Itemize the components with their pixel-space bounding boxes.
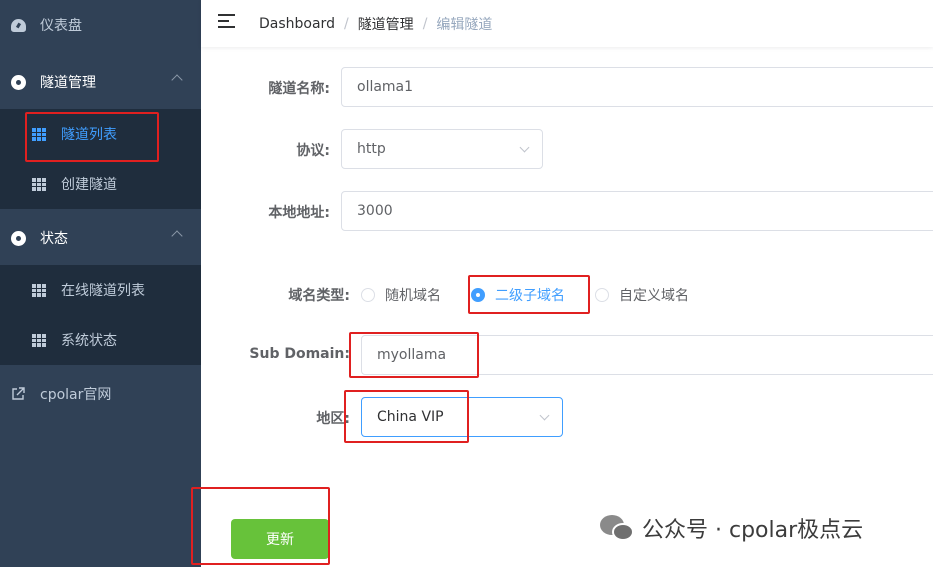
region-label: 地区: <box>316 411 350 427</box>
tunnel-mgmt-icon <box>10 74 26 90</box>
navbar: Dashboard / 隧道管理 / 编辑隧道 <box>201 0 933 47</box>
update-button[interactable]: 更新 <box>231 519 329 559</box>
protocol-label: 协议: <box>296 143 330 159</box>
protocol-select[interactable]: http <box>341 129 543 169</box>
sidebar-item-label: cpolar官网 <box>40 387 112 403</box>
subdomain-value: myollama <box>377 347 447 363</box>
chevron-down-icon <box>519 142 530 153</box>
table-icon <box>31 282 47 298</box>
tunnel-name-label: 隧道名称: <box>268 81 330 97</box>
wechat-icon <box>600 513 634 543</box>
sidebar-item-label: 在线隧道列表 <box>61 283 145 299</box>
table-icon <box>31 332 47 348</box>
status-icon <box>10 230 26 246</box>
sidebar-item-label: 创建隧道 <box>61 177 117 193</box>
sidebar-group-tunnel-mgmt[interactable]: 隧道管理 <box>0 57 201 107</box>
radio-subdomain[interactable]: 二级子域名 <box>471 285 565 305</box>
region-select[interactable]: China VIP <box>361 397 563 437</box>
breadcrumb-edit-tunnel: 编辑隧道 <box>436 17 493 33</box>
breadcrumb-tunnel-mgmt[interactable]: 隧道管理 <box>358 14 414 34</box>
local-address-input[interactable]: 3000 <box>341 191 933 231</box>
breadcrumb-separator: / <box>343 16 349 32</box>
subdomain-label: Sub Domain: <box>249 346 350 362</box>
domain-type-label: 域名类型: <box>288 288 350 304</box>
radio-dot <box>361 288 375 302</box>
hamburger-icon[interactable] <box>218 14 235 28</box>
sidebar-item-official-site[interactable]: cpolar官网 <box>0 369 201 419</box>
breadcrumb-separator: / <box>422 16 428 32</box>
radio-label: 二级子域名 <box>495 288 565 304</box>
radio-label: 随机域名 <box>385 288 441 304</box>
radio-custom-domain[interactable]: 自定义域名 <box>595 285 689 305</box>
sidebar-item-create-tunnel[interactable]: 创建隧道 <box>0 159 201 209</box>
sidebar-group-label: 隧道管理 <box>40 75 96 91</box>
radio-dot <box>471 288 485 302</box>
radio-random-domain[interactable]: 随机域名 <box>361 285 441 305</box>
sidebar-item-label: 仪表盘 <box>40 18 82 34</box>
sidebar-group-label: 状态 <box>40 231 68 247</box>
dashboard-icon <box>10 17 26 33</box>
external-link-icon <box>10 386 26 402</box>
radio-dot <box>595 288 609 302</box>
sidebar-item-system-status[interactable]: 系统状态 <box>0 315 201 365</box>
watermark: 公众号 · cpolar极点云 <box>600 512 863 544</box>
region-value: China VIP <box>377 409 444 425</box>
local-address-label: 本地地址: <box>268 205 330 221</box>
subdomain-input[interactable]: myollama <box>361 335 933 375</box>
tunnel-name-input[interactable]: ollama1 <box>341 67 933 107</box>
sidebar-item-dashboard[interactable]: 仪表盘 <box>0 0 201 50</box>
protocol-value: http <box>357 141 386 157</box>
sidebar-item-label: 隧道列表 <box>61 127 117 143</box>
table-icon <box>31 176 47 192</box>
tunnel-name-value: ollama1 <box>357 79 414 95</box>
sidebar-item-online-tunnels[interactable]: 在线隧道列表 <box>0 265 201 315</box>
chevron-down-icon <box>539 410 550 421</box>
breadcrumb-dashboard[interactable]: Dashboard <box>259 16 335 32</box>
table-icon <box>31 126 47 142</box>
sidebar: 仪表盘 隧道管理 隧道列表 创建隧道 状态 在线隧道列表 系统状态 cpolar… <box>0 0 201 567</box>
chevron-up-icon <box>171 230 183 242</box>
sidebar-item-label: 系统状态 <box>61 333 117 349</box>
sidebar-group-status[interactable]: 状态 <box>0 213 201 263</box>
radio-label: 自定义域名 <box>619 288 689 304</box>
sidebar-item-tunnel-list[interactable]: 隧道列表 <box>0 109 201 159</box>
breadcrumb: Dashboard / 隧道管理 / 编辑隧道 <box>259 14 492 34</box>
watermark-text: 公众号 · cpolar极点云 <box>642 518 864 543</box>
chevron-up-icon <box>171 74 183 86</box>
local-address-value: 3000 <box>357 203 393 219</box>
